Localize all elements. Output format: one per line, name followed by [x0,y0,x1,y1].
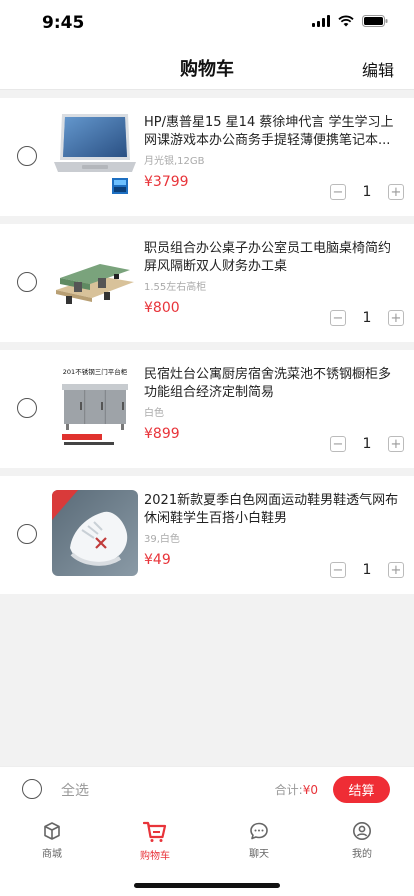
product-price: ¥899 [144,426,180,442]
cube-icon [44,822,60,840]
user-icon [353,822,371,840]
tab-mine[interactable]: 我的 [332,821,392,860]
item-select-radio[interactable] [17,146,37,166]
product-title[interactable]: 民宿灶台公寓厨房宿舍洗菜池不锈钢橱柜多功能组合经济定制简易 [144,366,400,402]
quantity-stepper: − 1 + [330,436,404,452]
tab-mall[interactable]: 商城 [22,821,82,860]
select-all-label[interactable]: 全选 [61,780,89,800]
cart-icon [143,821,167,842]
nav-bar: 购物车 编辑 [0,46,414,90]
quantity-stepper: − 1 + [330,310,404,326]
tab-label: 购物车 [140,851,170,862]
tab-chat[interactable]: 聊天 [229,821,289,860]
cart-item: 职员组合办公桌子办公室员工电脑桌椅简约屏风隔断双人财务办工桌 1.55左右高柜 … [0,224,414,342]
decrease-button[interactable]: − [330,310,346,326]
image-caption: 201不锈钢三门平台柜 [63,367,128,376]
increase-button[interactable]: + [388,184,404,200]
quantity-value: 1 [362,184,372,200]
decrease-button[interactable]: − [330,184,346,200]
checkout-button[interactable]: 结算 [333,776,390,803]
total-amount: ¥0 [302,783,318,797]
quantity-value: 1 [362,310,372,326]
quantity-stepper: − 1 + [330,184,404,200]
product-image[interactable]: 201不锈钢三门平台柜 [52,364,138,450]
wifi-icon [338,15,354,27]
signal-icon [312,15,330,27]
product-spec: 1.55左右高柜 [144,282,207,293]
decrease-button[interactable]: − [330,436,346,452]
battery-icon [362,15,388,27]
product-spec: 白色 [144,408,164,419]
product-price: ¥49 [144,552,171,568]
product-image[interactable] [52,490,138,576]
cart-item: 201不锈钢三门平台柜 民宿灶台公寓厨房宿舍洗菜池不锈钢橱柜多功能组合经济定制简… [0,350,414,468]
increase-button[interactable]: + [388,310,404,326]
cart-item: 2021新款夏季白色网面运动鞋男鞋透气网布休闲鞋学生百搭小白鞋男 39,白色 ¥… [0,476,414,594]
item-select-radio[interactable] [17,398,37,418]
edit-button[interactable]: 编辑 [362,57,394,81]
increase-button[interactable]: + [388,436,404,452]
product-title[interactable]: 2021新款夏季白色网面运动鞋男鞋透气网布休闲鞋学生百搭小白鞋男 [144,492,400,528]
product-image[interactable] [52,238,138,324]
tab-cart[interactable]: 购物车 [125,821,185,862]
tab-label: 商城 [42,849,62,860]
quantity-value: 1 [362,562,372,578]
product-spec: 月光银,12GB [144,156,205,167]
total-label: 合计: [274,783,303,797]
tab-label: 聊天 [249,849,269,860]
cart-item: HP/惠普星15 星14 蔡徐坤代言 学生学习上网课游戏本办公商务手提轻薄便携笔… [0,98,414,216]
quantity-value: 1 [362,436,372,452]
home-indicator [134,883,280,888]
checkout-bar: 全选 合计:¥0 结算 [0,766,414,811]
status-bar: 9:45 [0,0,414,46]
product-price: ¥800 [144,300,180,316]
tab-label: 我的 [352,849,372,860]
product-title[interactable]: 职员组合办公桌子办公室员工电脑桌椅简约屏风隔断双人财务办工桌 [144,240,400,276]
status-time: 9:45 [42,13,85,33]
product-price: ¥3799 [144,174,189,190]
status-icons [312,15,388,27]
item-select-radio[interactable] [17,272,37,292]
select-all-radio[interactable] [22,779,42,799]
total-price: 合计:¥0 [275,781,318,798]
chat-icon [250,822,268,840]
product-spec: 39,白色 [144,534,180,545]
quantity-stepper: − 1 + [330,562,404,578]
product-image[interactable] [52,112,138,198]
item-select-radio[interactable] [17,524,37,544]
decrease-button[interactable]: − [330,562,346,578]
increase-button[interactable]: + [388,562,404,578]
cart-list: HP/惠普星15 星14 蔡徐坤代言 学生学习上网课游戏本办公商务手提轻薄便携笔… [0,98,414,602]
page-title: 购物车 [180,59,234,80]
product-title[interactable]: HP/惠普星15 星14 蔡徐坤代言 学生学习上网课游戏本办公商务手提轻薄便携笔… [144,114,400,150]
